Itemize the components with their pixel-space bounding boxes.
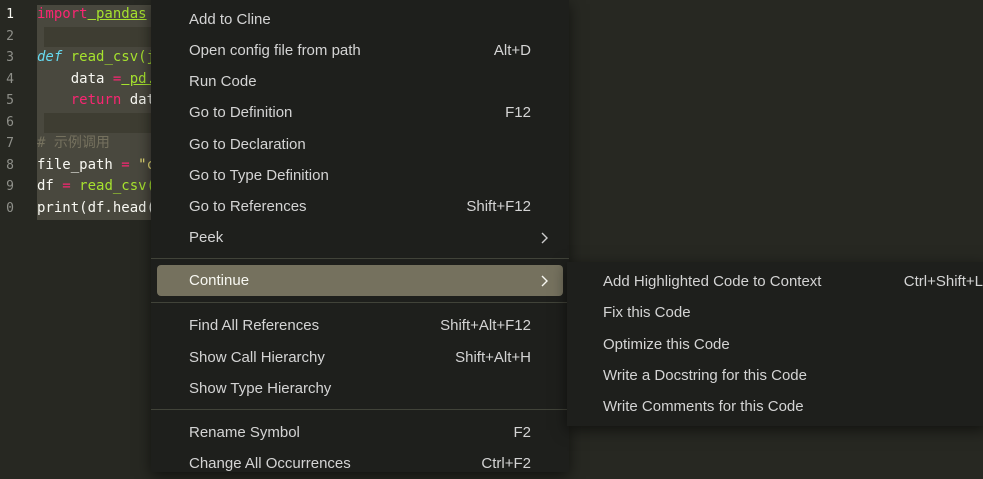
menu-item-label: Show Call Hierarchy: [189, 349, 325, 366]
code-line: # 示例调用: [37, 133, 110, 155]
menu-separator: [151, 409, 569, 410]
text-selection: [44, 113, 151, 133]
code-line: return dat: [37, 90, 155, 112]
submenu-item-label: Write a Docstring for this Code: [603, 367, 807, 384]
menu-item-label: Open config file from path: [189, 42, 361, 59]
menu-item-go-to-type-definition[interactable]: Go to Type Definition: [157, 160, 563, 191]
menu-item-shortcut: Shift+Alt+H: [455, 349, 531, 366]
line-number: 5: [6, 93, 14, 108]
chevron-right-icon: [539, 275, 563, 287]
submenu-item-fix-code[interactable]: Fix this Code: [567, 297, 983, 328]
chevron-right-icon: [539, 232, 563, 244]
menu-item-shortcut: Alt+D: [493, 42, 531, 59]
menu-item-label: Rename Symbol: [189, 424, 300, 441]
line-number: 0: [6, 200, 14, 216]
continue-submenu: Add Highlighted Code to Context Ctrl+Shi…: [567, 262, 983, 426]
code-token: print(df.head(: [37, 199, 156, 216]
menu-item-rename-symbol[interactable]: Rename Symbol F2: [157, 417, 563, 448]
menu-item-label: Show Type Hierarchy: [189, 380, 332, 397]
submenu-item-write-docstring[interactable]: Write a Docstring for this Code: [567, 360, 983, 391]
code-line: print(df.head(: [37, 198, 155, 220]
code-token: pandas: [87, 6, 147, 22]
menu-item-shortcut: Shift+Alt+F12: [440, 317, 531, 334]
menu-item-go-to-references[interactable]: Go to References Shift+F12: [157, 191, 563, 222]
code-token-operator: =: [121, 156, 130, 173]
menu-item-label: Peek: [189, 229, 224, 246]
submenu-item-label: Add Highlighted Code to Context: [603, 273, 822, 290]
code-line: import pandas: [37, 4, 147, 26]
code-token: df: [37, 178, 63, 194]
menu-item-continue[interactable]: Continue: [157, 265, 563, 296]
code-token: data: [37, 70, 113, 87]
menu-item-go-to-definition[interactable]: Go to Definition F12: [157, 97, 563, 128]
menu-item-shortcut: Shift+F12: [466, 198, 531, 215]
line-number: 2: [6, 28, 14, 44]
menu-item-add-to-cline[interactable]: Add to Cline: [157, 4, 563, 35]
menu-item-label: Add to Cline: [189, 11, 271, 28]
code-line: def read_csv(j: [37, 47, 155, 69]
menu-separator: [151, 302, 569, 303]
menu-item-peek[interactable]: Peek: [157, 222, 563, 253]
submenu-item-label: Write Comments for this Code: [603, 398, 804, 415]
menu-item-run-code[interactable]: Run Code: [157, 66, 563, 97]
code-line: data = pd.: [37, 69, 155, 91]
line-number: 9: [6, 179, 14, 194]
menu-item-show-call-hierarchy[interactable]: Show Call Hierarchy Shift+Alt+H: [157, 342, 563, 373]
menu-item-go-to-declaration[interactable]: Go to Declaration: [157, 129, 563, 160]
code-token: dat: [121, 92, 156, 108]
code-token-keyword: return: [70, 92, 122, 108]
menu-item-label: Go to References: [189, 198, 307, 215]
line-number: 4: [6, 71, 14, 87]
menu-separator: [151, 258, 569, 259]
submenu-item-write-comments[interactable]: Write Comments for this Code: [567, 391, 983, 422]
menu-item-label: Go to Definition: [189, 104, 293, 121]
code-token-operator: =: [62, 178, 71, 194]
context-menu: Add to Cline Open config file from path …: [151, 0, 569, 472]
code-token-function: read_csv(: [70, 178, 156, 194]
submenu-item-optimize-code[interactable]: Optimize this Code: [567, 329, 983, 360]
menu-item-change-all-occurrences[interactable]: Change All Occurrences Ctrl+F2: [157, 448, 563, 479]
menu-item-label: Go to Declaration: [189, 136, 306, 153]
text-selection: [44, 27, 151, 47]
menu-item-show-type-hierarchy[interactable]: Show Type Hierarchy: [157, 373, 563, 404]
menu-item-label: Run Code: [189, 73, 257, 90]
code-line: df = read_csv(: [37, 176, 155, 198]
menu-item-open-config[interactable]: Open config file from path Alt+D: [157, 35, 563, 66]
menu-item-find-all-references[interactable]: Find All References Shift+Alt+F12: [157, 310, 563, 341]
line-number: 7: [6, 136, 14, 151]
menu-item-shortcut: Ctrl+F2: [481, 455, 531, 472]
menu-item-label: Continue: [189, 272, 250, 289]
code-token-keyword: def: [37, 49, 63, 65]
line-number: 8: [6, 157, 14, 173]
menu-item-label: Go to Type Definition: [189, 167, 329, 184]
code-token: pd.: [121, 70, 156, 87]
menu-item-shortcut: F12: [505, 104, 531, 121]
menu-item-shortcut: F2: [513, 424, 531, 441]
code-line: file_path = "c: [37, 155, 155, 177]
line-number: 6: [6, 114, 14, 130]
submenu-item-label: Optimize this Code: [603, 336, 730, 353]
menu-item-label: Change All Occurrences: [189, 455, 351, 472]
submenu-item-shortcut: Ctrl+Shift+L: [903, 273, 983, 290]
line-number: 1: [6, 7, 14, 22]
menu-item-label: Find All References: [189, 317, 320, 334]
code-token-comment: # 示例调用: [37, 135, 110, 151]
code-token: file_path: [37, 156, 122, 173]
submenu-item-label: Fix this Code: [603, 304, 691, 321]
code-token-function: read_csv(j: [70, 49, 156, 65]
line-number: 3: [6, 50, 14, 65]
submenu-item-add-highlighted-code[interactable]: Add Highlighted Code to Context Ctrl+Shi…: [567, 266, 983, 297]
code-token-keyword: import: [37, 6, 88, 22]
